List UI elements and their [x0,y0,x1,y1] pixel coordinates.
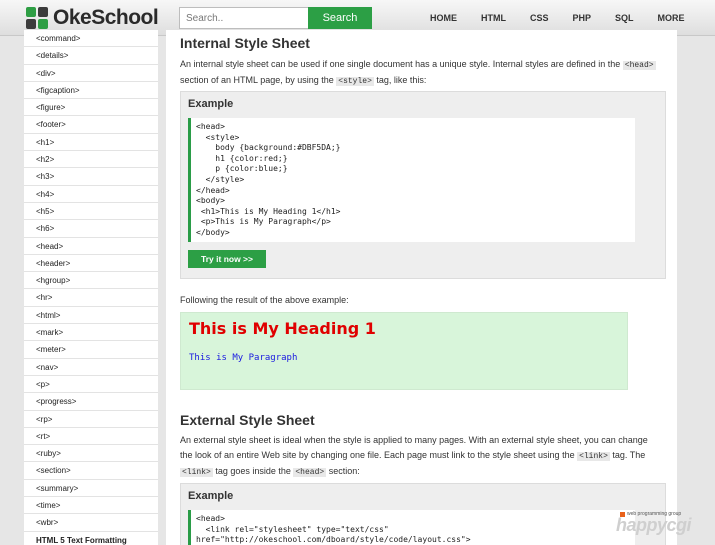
sidebar-section-heading: HTML 5 Text Formatting [36,535,127,545]
sidebar-item[interactable]: <h6> [24,220,158,238]
nav-home[interactable]: HOME [418,13,469,23]
site-logo[interactable]: OkeSchool [26,6,159,30]
search-button[interactable]: Search [308,7,372,29]
sidebar-item[interactable]: <figcaption> [24,82,158,100]
try-it-now-button[interactable]: Try it now >> [188,250,266,268]
watermark-text: happycgi [616,515,692,535]
internal-style-intro: An internal style sheet can be used if o… [180,59,656,86]
sidebar-item[interactable]: <command> [24,30,158,48]
sidebar-item[interactable]: <h3> [24,168,158,186]
result-preview: This is My Heading 1 This is My Paragrap… [180,312,628,390]
inline-code-link: <link> [577,452,610,461]
logo-icon [26,7,48,29]
internal-style-title: Internal Style Sheet [180,35,310,51]
sidebar-item[interactable]: <mark> [24,324,158,342]
sidebar-item[interactable]: <hr> [24,289,158,307]
sidebar-item[interactable]: <meter> [24,341,158,359]
result-heading: This is My Heading 1 [189,319,376,338]
external-style-intro: An external style sheet is ideal when th… [180,435,648,477]
sidebar-item[interactable]: <hgroup> [24,272,158,290]
nav-php[interactable]: PHP [561,13,604,23]
sidebar-item[interactable]: <section> [24,462,158,480]
sidebar-item[interactable]: <progress> [24,393,158,411]
sidebar-item[interactable]: <rt> [24,428,158,446]
sidebar-item[interactable]: <h1> [24,134,158,152]
sidebar-item[interactable]: <rp> [24,411,158,428]
nav-css[interactable]: CSS [518,13,561,23]
inline-code-style: <style> [336,77,374,86]
inline-code-link: <link> [180,468,213,477]
example-box-external: Example <head> <link rel="stylesheet" ty… [180,483,666,545]
sidebar-item[interactable]: <head> [24,238,158,255]
main-content: Internal Style Sheet An internal style s… [166,30,677,545]
sidebar-item[interactable]: <nav> [24,359,158,376]
watermark-logo: web programming group happycgi [612,509,712,539]
code-block-external: <head> <link rel="stylesheet" type="text… [188,510,635,545]
sidebar-item[interactable]: <figure> [24,99,158,117]
sidebar-item[interactable]: <footer> [24,116,158,134]
sidebar-item[interactable]: <h2> [24,151,158,169]
code-block-internal: <head> <style> body {background:#DBF5DA;… [188,118,635,242]
sidebar-item[interactable]: <html> [24,307,158,325]
example-box-internal: Example <head> <style> body {background:… [180,91,666,279]
example-title: Example [188,490,234,502]
sidebar-item[interactable]: <details> [24,47,158,65]
sidebar-item[interactable]: <h4> [24,186,158,203]
sidebar-item[interactable]: <h5> [24,203,158,221]
inline-code-head: <head> [622,61,656,70]
logo-text: OkeSchool [53,6,159,29]
external-style-title: External Style Sheet [180,412,315,428]
sidebar-item[interactable]: <summary> [24,480,158,498]
sidebar-item[interactable]: <wbr> [24,514,158,532]
nav-more[interactable]: MORE [646,13,697,23]
sidebar-item[interactable]: <div> [24,65,158,82]
nav-sql[interactable]: SQL [603,13,646,23]
sidebar-list: <command> <details> <div> <figcaption> <figu… [24,30,158,545]
search-input[interactable] [179,7,309,29]
inline-code-head: <head> [293,468,327,477]
result-paragraph: This is My Paragraph [189,353,298,363]
example-title: Example [188,98,234,110]
sidebar-item[interactable]: <p> [24,376,158,394]
following-result-text: Following the result of the above exampl… [180,295,349,305]
sidebar-item[interactable]: <time> [24,497,158,515]
sidebar-item[interactable]: <header> [24,255,158,273]
sidebar: <command> <details> <div> <figcaption> <figu… [24,30,158,545]
sidebar-item[interactable]: <ruby> [24,445,158,463]
nav-html[interactable]: HTML [469,13,518,23]
